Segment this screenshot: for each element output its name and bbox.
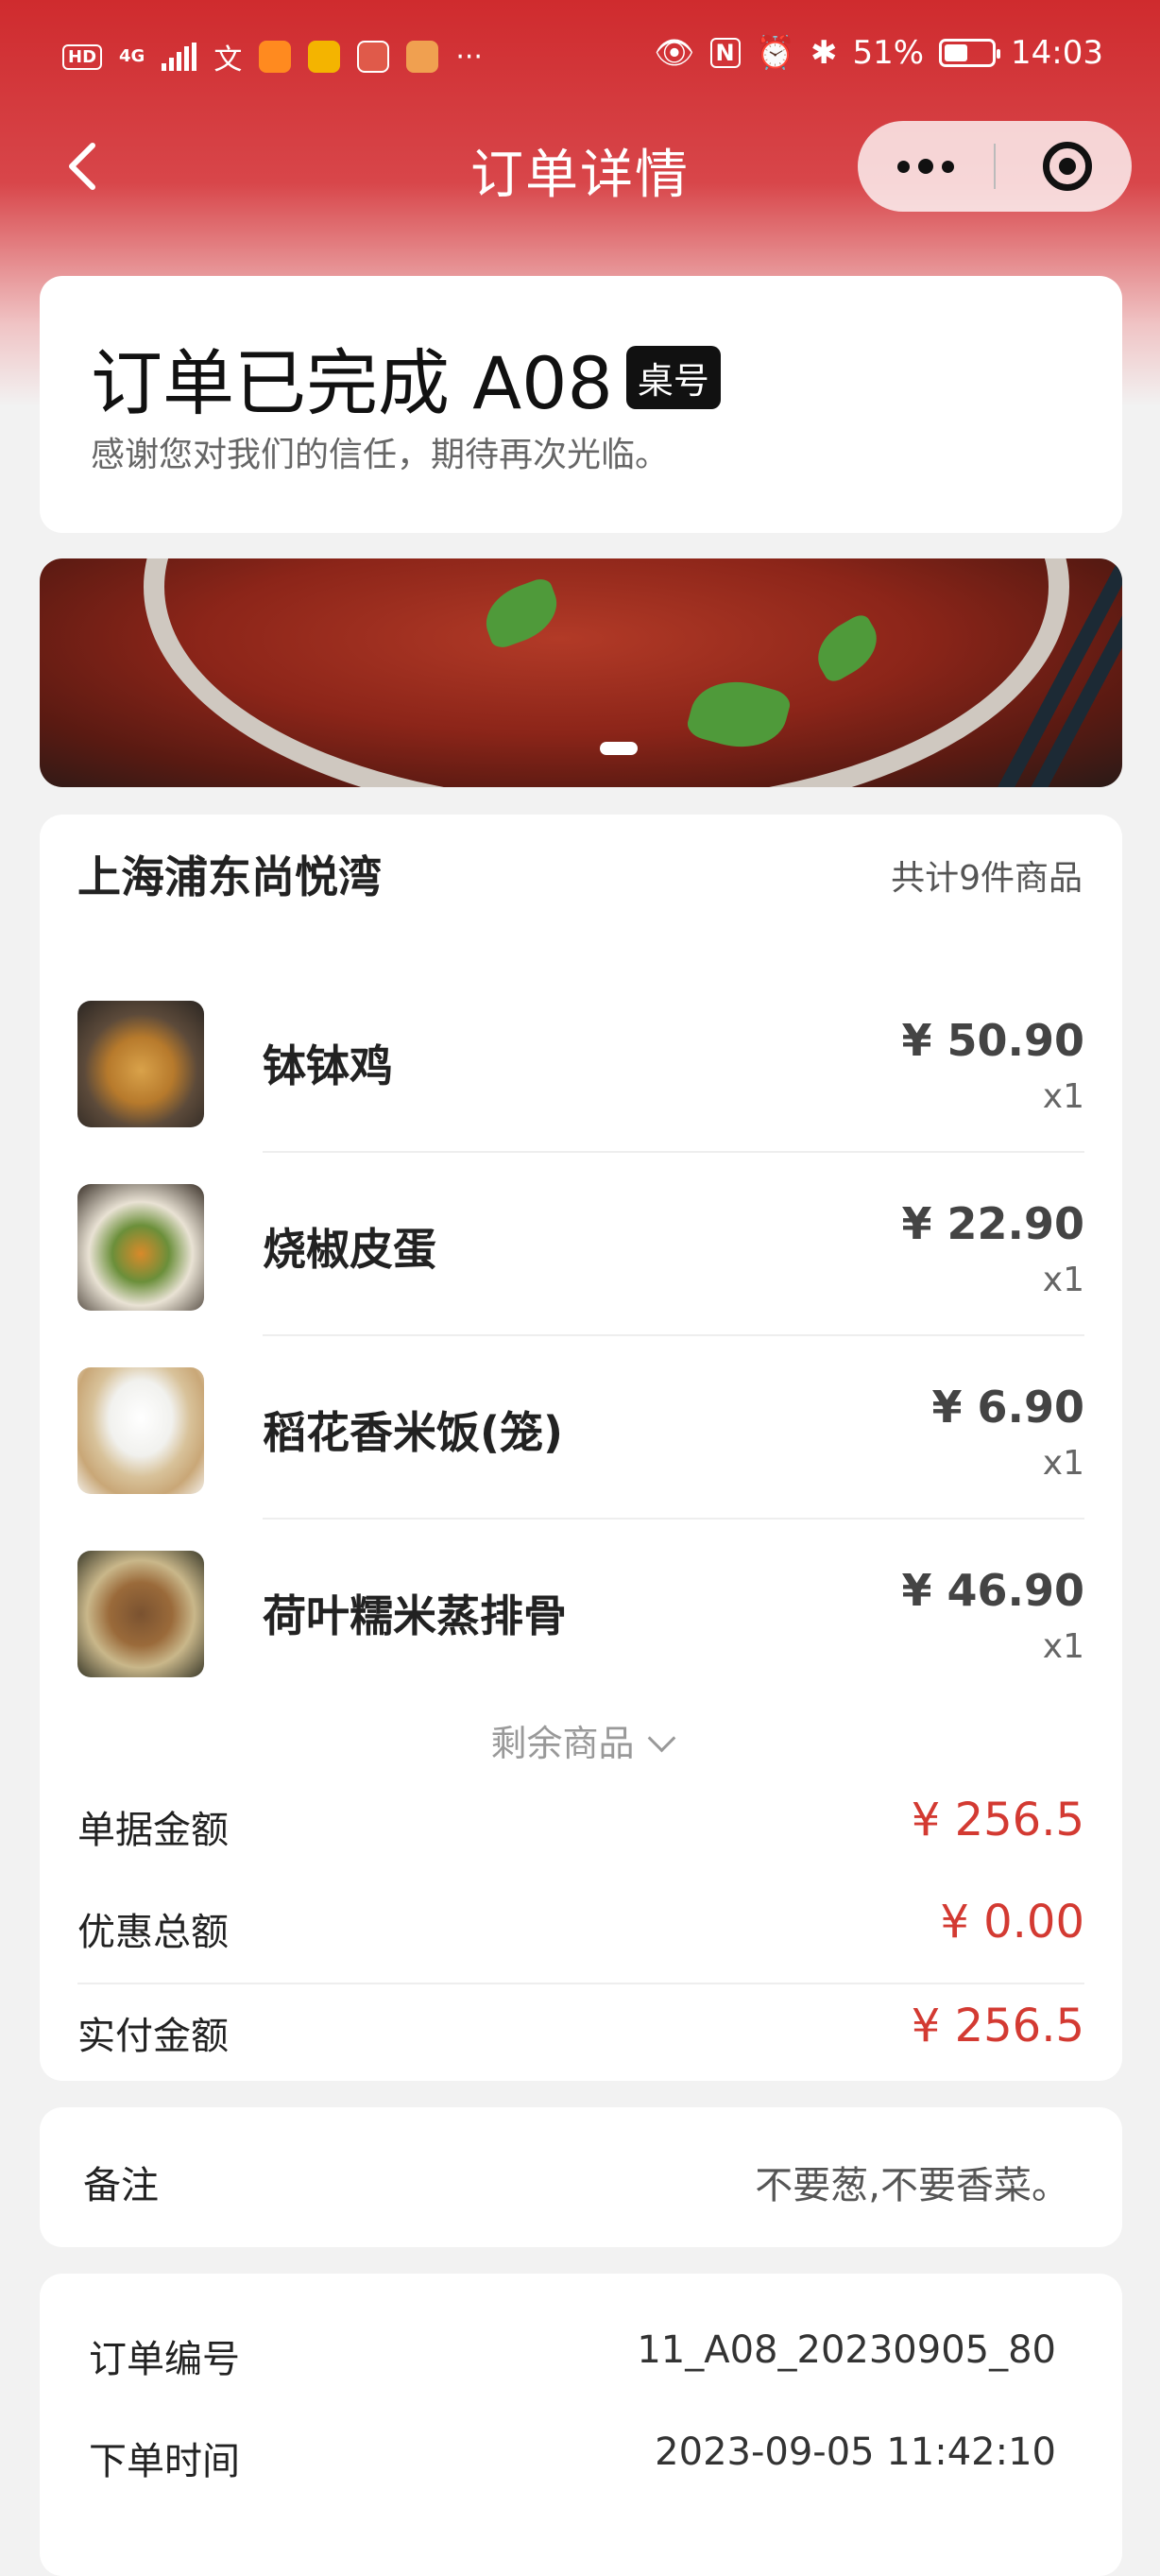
capsule-divider (994, 144, 996, 189)
table-number-badge: 桌号 (625, 345, 721, 409)
paid-amount-row: 实付金额 ¥ 256.5 (77, 1983, 1084, 2064)
nfc-icon: N (709, 38, 741, 68)
alarm-icon: ⏰ (755, 34, 795, 72)
status-bar: HD 4G 文 ··· 👁 N ⏰ ✱ 51% 14:03 (0, 0, 1160, 113)
shop-name: 上海浦东尚悦湾 (77, 851, 382, 902)
item-count: 共计9件商品 (891, 859, 1083, 898)
clock: 14:03 (1011, 34, 1103, 72)
taobao-app-icon (259, 41, 292, 73)
status-bar-right: 👁 N ⏰ ✱ 51% 14:03 (654, 34, 1103, 72)
order-item[interactable]: 烧椒皮蛋 ¥ 22.90 x1 (77, 1153, 1084, 1336)
eye-icon: 👁 (654, 34, 695, 72)
order-status-card: 订单已完成 A08 桌号 感谢您对我们的信任，期待再次光临。 (40, 276, 1122, 533)
mini-program-capsule (858, 121, 1132, 212)
status-bar-left: HD 4G 文 ··· (62, 36, 483, 77)
item-name: 稻花香米饭(笼) (263, 1407, 564, 1458)
order-time-value: 2023-09-05 11:42:10 (655, 2430, 1056, 2474)
item-price: ¥ 22.90 (901, 1198, 1084, 1249)
battery-fill (945, 44, 968, 61)
item-thumbnail (77, 1551, 204, 1677)
item-price: ¥ 6.90 (931, 1382, 1084, 1433)
remark-card: 备注 不要葱,不要香菜。 (40, 2107, 1122, 2247)
battery-percent: 51% (852, 34, 925, 72)
item-quantity: x1 (1042, 1261, 1084, 1299)
discount-label: 优惠总额 (77, 1911, 229, 1954)
item-quantity: x1 (1042, 1077, 1084, 1116)
paid-amount-label: 实付金额 (77, 2015, 229, 2058)
bluetooth-icon: ✱ (810, 34, 838, 72)
discount-value: ¥ 0.00 (940, 1896, 1084, 1949)
signal-icon (162, 43, 197, 71)
more-menu-button[interactable] (858, 121, 994, 212)
order-info-card: 订单编号 11_A08_20230905_80 下单时间 2023-09-05 … (40, 2274, 1122, 2576)
paid-amount-value: ¥ 256.5 (911, 2000, 1084, 2052)
translate-app-icon: 文 (213, 43, 243, 77)
remark-label: 备注 (83, 2164, 159, 2207)
order-item[interactable]: 钵钵鸡 ¥ 50.90 x1 (77, 970, 1084, 1153)
order-status-subtitle: 感谢您对我们的信任，期待再次光临。 (91, 436, 670, 474)
remaining-items-label: 剩余商品 (490, 1723, 635, 1764)
item-name: 荷叶糯米蒸排骨 (263, 1590, 567, 1641)
item-price: ¥ 50.90 (901, 1015, 1084, 1066)
banner-pagination-dot (600, 742, 638, 755)
hd-indicator: HD (62, 43, 103, 70)
nav-bar: 订单详情 (0, 113, 1160, 217)
mail-app-icon (308, 41, 341, 73)
order-status-text: 订单已完成 A08 (91, 341, 613, 425)
network-type: 4G (119, 46, 145, 66)
remark-value: 不要葱,不要香菜。 (755, 2164, 1069, 2207)
show-remaining-items-button[interactable]: 剩余商品 (40, 1714, 1122, 1766)
discount-row: 优惠总额 ¥ 0.00 (77, 1884, 1084, 1960)
order-number-label: 订单编号 (89, 2338, 240, 2381)
order-items-card: 上海浦东尚悦湾 共计9件商品 钵钵鸡 ¥ 50.90 x1 烧椒皮蛋 ¥ 22.… (40, 815, 1122, 2081)
promo-banner[interactable] (40, 558, 1122, 787)
chevron-down-icon (647, 1724, 675, 1753)
paid-row-divider (77, 1983, 1084, 1984)
item-thumbnail (77, 1184, 204, 1311)
battery-icon (939, 39, 1001, 67)
order-time-label: 下单时间 (89, 2440, 240, 2483)
hand-app-icon (357, 41, 390, 73)
item-thumbnail (77, 1001, 204, 1127)
order-number-value[interactable]: 11_A08_20230905_80 (637, 2328, 1056, 2372)
message-app-icon (406, 41, 439, 73)
more-dot-icon (897, 160, 910, 173)
item-price: ¥ 46.90 (901, 1565, 1084, 1616)
close-mini-program-button[interactable] (1043, 142, 1092, 191)
item-name: 钵钵鸡 (263, 1040, 393, 1091)
order-time-row: 下单时间 2023-09-05 11:42:10 (89, 2413, 1056, 2489)
bill-amount-row: 单据金额 ¥ 256.5 (77, 1782, 1084, 1858)
item-thumbnail (77, 1367, 204, 1494)
order-item[interactable]: 荷叶糯米蒸排骨 ¥ 46.90 x1 (77, 1520, 1084, 1703)
order-item[interactable]: 稻花香米饭(笼) ¥ 6.90 x1 (77, 1336, 1084, 1520)
more-dot-icon (918, 159, 933, 174)
bill-amount-value: ¥ 256.5 (911, 1794, 1084, 1846)
order-status-title: 订单已完成 A08 桌号 (91, 325, 721, 429)
item-name: 烧椒皮蛋 (263, 1224, 436, 1275)
more-dot-icon (942, 160, 954, 173)
item-quantity: x1 (1042, 1444, 1084, 1483)
bill-amount-label: 单据金额 (77, 1809, 229, 1852)
more-notifications: ··· (455, 40, 483, 74)
item-quantity: x1 (1042, 1627, 1084, 1666)
order-number-row: 订单编号 11_A08_20230905_80 (89, 2311, 1056, 2387)
